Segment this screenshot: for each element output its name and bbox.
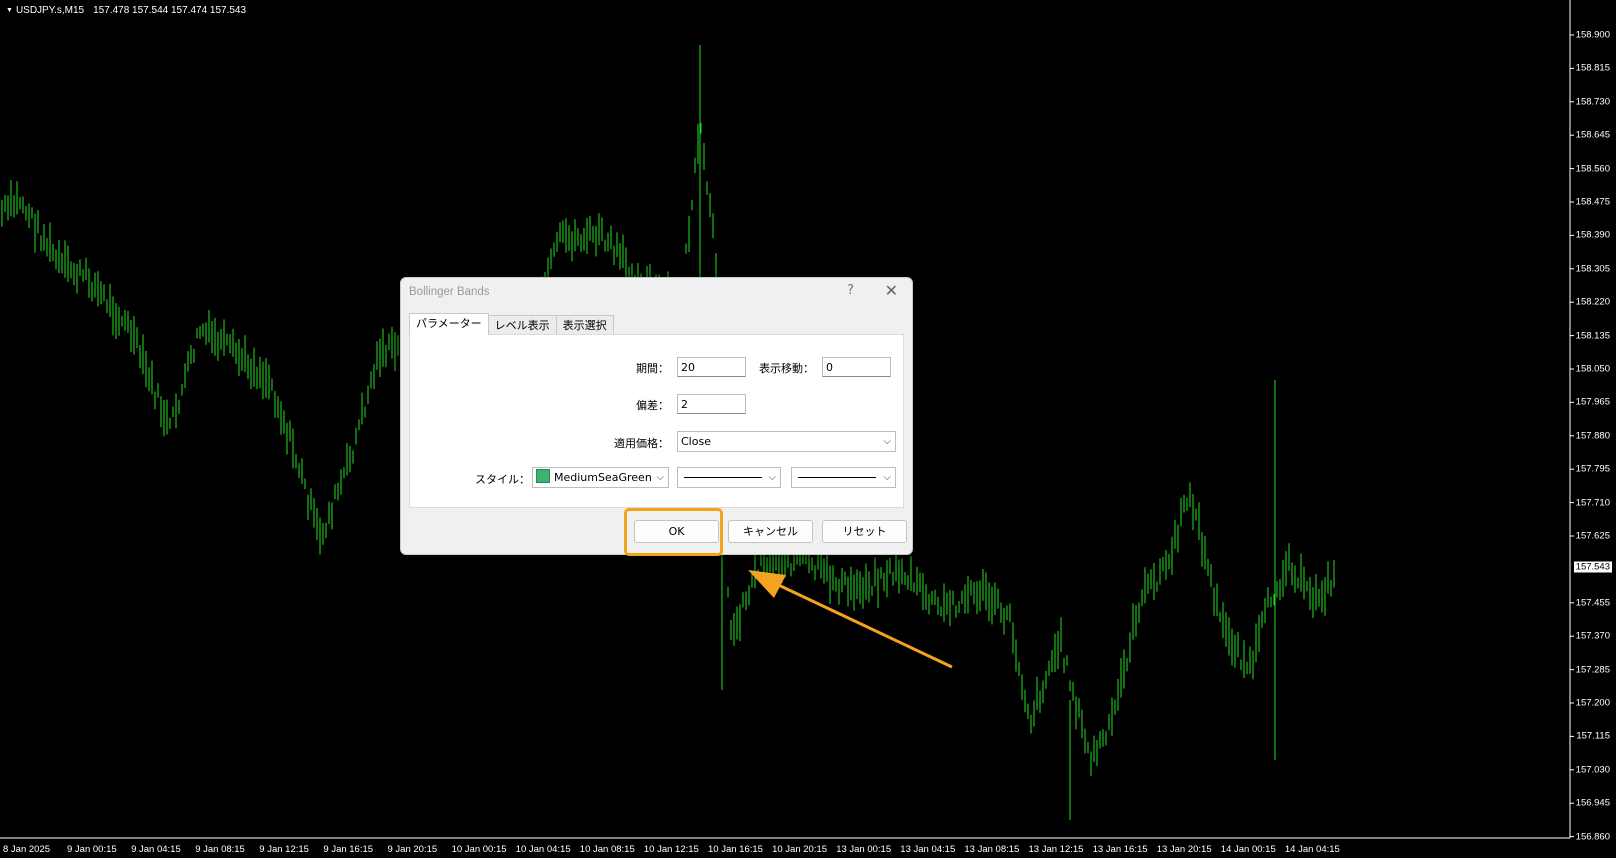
period-label: 期間： <box>636 362 669 375</box>
apply-to-value: Close <box>681 435 711 448</box>
chevron-down-icon: ⌵ <box>883 472 891 483</box>
dialog-title: Bollinger Bands <box>409 286 490 298</box>
ok-button[interactable]: OK <box>634 520 719 543</box>
line-style-sample <box>684 477 762 478</box>
tab-visualization[interactable]: 表示選択 <box>555 315 614 335</box>
line-width-sample <box>798 477 876 478</box>
color-swatch <box>536 469 550 483</box>
chevron-down-icon: ⌵ <box>768 472 776 483</box>
apply-to-select[interactable]: Close ⌵ <box>677 431 896 452</box>
shift-label: 表示移動： <box>759 362 814 375</box>
shift-field[interactable]: 0 <box>822 357 891 377</box>
tab-parameters[interactable]: パラメーター <box>409 313 489 335</box>
line-style-select[interactable]: ⌵ <box>677 467 781 488</box>
bollinger-bands-dialog: Bollinger Bands ? ✕ パラメーター レベル表示 表示選択 期間… <box>400 277 913 555</box>
chevron-down-icon: ⌵ <box>883 436 891 447</box>
period-field[interactable]: 20 <box>677 357 746 377</box>
parameters-panel: 期間： 20 表示移動： 0 偏差： 2 適用価格： Close ⌵ スタイル：… <box>409 334 904 508</box>
style-label: スタイル： <box>475 473 530 486</box>
chevron-down-icon: ⌵ <box>656 472 664 483</box>
help-icon[interactable]: ? <box>847 283 854 298</box>
line-width-select[interactable]: ⌵ <box>791 467 896 488</box>
apply-to-label: 適用価格： <box>614 437 669 450</box>
tab-levels[interactable]: レベル表示 <box>487 315 557 335</box>
color-select[interactable]: MediumSeaGreen ⌵ <box>532 467 669 488</box>
reset-button[interactable]: リセット <box>822 520 907 543</box>
color-name: MediumSeaGreen <box>554 471 652 484</box>
close-icon[interactable]: ✕ <box>885 281 898 300</box>
cancel-button[interactable]: キャンセル <box>728 520 813 543</box>
deviation-label: 偏差： <box>636 399 669 412</box>
deviation-field[interactable]: 2 <box>677 394 746 414</box>
